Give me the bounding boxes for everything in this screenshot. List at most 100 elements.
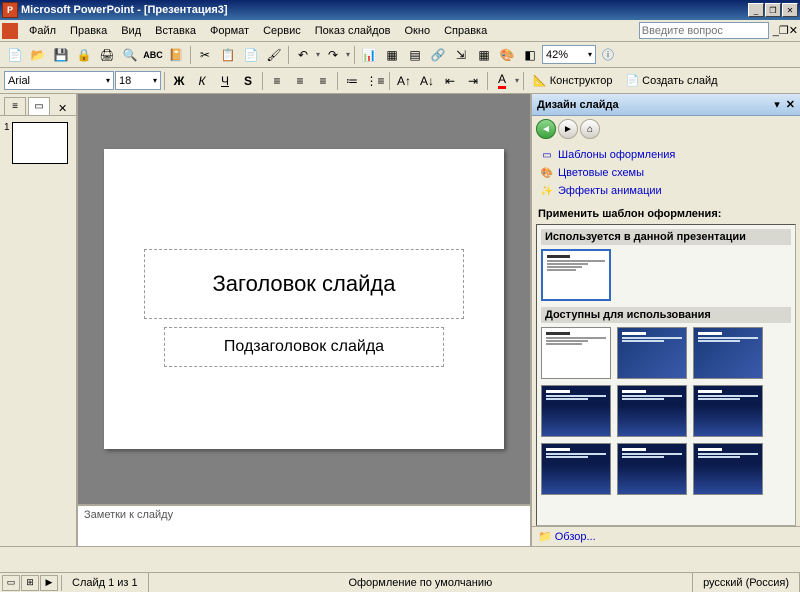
format-painter-icon[interactable]: 🖌 [263,44,285,66]
outline-tab[interactable]: ≡ [4,97,26,115]
preview-icon[interactable]: 🔍 [119,44,141,66]
menu-view[interactable]: Вид [114,23,148,39]
menu-slideshow[interactable]: Показ слайдов [308,23,398,39]
design-template[interactable] [541,385,611,437]
design-template[interactable] [617,385,687,437]
shadow-icon[interactable]: S [237,70,259,92]
underline-icon[interactable]: Ч [214,70,236,92]
increase-indent-icon[interactable]: ⇥ [462,70,484,92]
table-icon[interactable]: ▦ [381,44,403,66]
new-slide-button[interactable]: 📄 Создать слайд [619,70,723,92]
statusbar: ▭ ⊞ ▶ Слайд 1 из 1 Оформление по умолчан… [0,572,800,592]
save-icon[interactable]: 💾 [50,44,72,66]
redo-icon[interactable]: ↷ [322,44,344,66]
spelling-icon[interactable]: ABC [142,44,164,66]
design-template[interactable] [693,327,763,379]
font-name-combo[interactable]: Arial▾ [4,71,114,90]
decrease-indent-icon[interactable]: ⇤ [439,70,461,92]
forward-icon[interactable]: ► [558,119,578,139]
slide-editor[interactable]: Заголовок слайда Подзаголовок слайда [78,94,530,504]
doc-restore-button[interactable]: ❐ [779,24,789,37]
menu-file[interactable]: Файл [22,23,63,39]
color-icon[interactable]: 🎨 [496,44,518,66]
designer-button[interactable]: 📐 Конструктор [527,70,618,92]
restore-button[interactable]: ❐ [765,3,781,17]
doc-close-button[interactable]: ✕ [789,24,798,37]
normal-view-icon[interactable]: ▭ [2,575,20,591]
sorter-view-icon[interactable]: ⊞ [21,575,39,591]
decrease-font-icon[interactable]: A↓ [416,70,438,92]
slide-thumbnail[interactable]: 1 [4,122,72,164]
slide-canvas[interactable]: Заголовок слайда Подзаголовок слайда [104,149,504,449]
align-center-icon[interactable]: ≡ [289,70,311,92]
title-placeholder[interactable]: Заголовок слайда [144,249,464,319]
menu-insert[interactable]: Вставка [148,23,203,39]
open-icon[interactable]: 📂 [27,44,49,66]
design-template[interactable] [693,443,763,495]
menu-tools[interactable]: Сервис [256,23,308,39]
apply-template-label: Применить шаблон оформления: [532,204,800,224]
grayscale-icon[interactable]: ◧ [519,44,541,66]
available-label: Доступны для использования [541,307,791,323]
zoom-combo[interactable]: 42%▾ [542,45,596,64]
used-in-presentation-label: Используется в данной презентации [541,229,791,245]
design-template[interactable] [541,327,611,379]
design-template-current[interactable] [541,249,611,301]
minimize-button[interactable]: _ [748,3,764,17]
expand-icon[interactable]: ⇲ [450,44,472,66]
doc-icon[interactable] [2,23,18,39]
thumb-preview [12,122,68,164]
design-template[interactable] [693,385,763,437]
design-template[interactable] [617,443,687,495]
hyperlink-icon[interactable]: 🔗 [427,44,449,66]
task-pane: Дизайн слайда ▾ ✕ ◄ ► ⌂ ▭Шаблоны оформле… [530,94,800,546]
menu-edit[interactable]: Правка [63,23,114,39]
cut-icon[interactable]: ✂ [194,44,216,66]
browse-link[interactable]: 📁 Обзор... [532,526,800,546]
font-size-combo[interactable]: 18▾ [115,71,161,90]
menu-help[interactable]: Справка [437,23,494,39]
help-icon[interactable]: ⓘ [597,44,619,66]
print-icon[interactable]: 🖨 [96,44,118,66]
link-colors[interactable]: 🎨Цветовые схемы [540,164,792,182]
font-color-icon[interactable]: A [491,70,513,92]
research-icon[interactable]: 📔 [165,44,187,66]
grid-icon[interactable]: ▦ [473,44,495,66]
numbering-icon[interactable]: ≔ [341,70,363,92]
permission-icon[interactable]: 🔒 [73,44,95,66]
bullets-icon[interactable]: ⋮≡ [364,70,386,92]
copy-icon[interactable]: 📋 [217,44,239,66]
chart-icon[interactable]: 📊 [358,44,380,66]
taskpane-close-icon[interactable]: ✕ [786,98,795,111]
tables-borders-icon[interactable]: ▤ [404,44,426,66]
titlebar: P Microsoft PowerPoint - [Презентация3] … [0,0,800,20]
italic-icon[interactable]: К [191,70,213,92]
help-search-input[interactable] [639,22,769,39]
slides-tab[interactable]: ▭ [28,97,50,115]
slideshow-view-icon[interactable]: ▶ [40,575,58,591]
menu-window[interactable]: Окно [398,23,438,39]
formatting-toolbar: Arial▾ 18▾ Ж К Ч S ≡ ≡ ≡ ≔ ⋮≡ A↑ A↓ ⇤ ⇥ … [0,68,800,94]
link-animation[interactable]: ✨Эффекты анимации [540,182,792,200]
menu-format[interactable]: Формат [203,23,256,39]
close-button[interactable]: ✕ [782,3,798,17]
home-icon[interactable]: ⌂ [580,119,600,139]
undo-icon[interactable]: ↶ [292,44,314,66]
design-template[interactable] [541,443,611,495]
app-icon: P [2,2,18,18]
design-template[interactable] [617,327,687,379]
align-left-icon[interactable]: ≡ [266,70,288,92]
notes-pane[interactable]: Заметки к слайду [78,504,530,546]
align-right-icon[interactable]: ≡ [312,70,334,92]
standard-toolbar: 📄 📂 💾 🔒 🖨 🔍 ABC 📔 ✂ 📋 📄 🖌 ↶▾ ↷▾ 📊 ▦ ▤ 🔗 … [0,42,800,68]
increase-font-icon[interactable]: A↑ [393,70,415,92]
panel-close-icon[interactable]: ✕ [58,102,67,115]
back-icon[interactable]: ◄ [536,119,556,139]
paste-icon[interactable]: 📄 [240,44,262,66]
bold-icon[interactable]: Ж [168,70,190,92]
new-icon[interactable]: 📄 [4,44,26,66]
subtitle-placeholder[interactable]: Подзаголовок слайда [164,327,444,367]
design-templates-list[interactable]: Используется в данной презентации Доступ… [536,224,796,526]
status-language[interactable]: русский (Россия) [693,573,800,592]
link-templates[interactable]: ▭Шаблоны оформления [540,146,792,164]
